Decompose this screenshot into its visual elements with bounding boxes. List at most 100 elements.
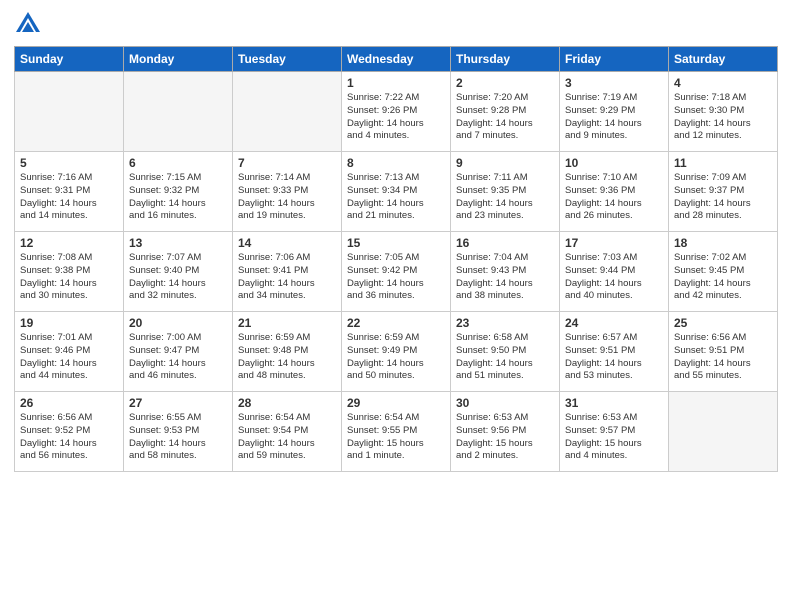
cell-line: and 46 minutes. — [129, 370, 227, 383]
cell-line: Sunset: 9:28 PM — [456, 105, 554, 118]
calendar-cell — [669, 392, 778, 472]
cell-line: Daylight: 14 hours — [347, 358, 445, 371]
cell-line: Sunrise: 6:59 AM — [347, 332, 445, 345]
cell-line: Sunset: 9:32 PM — [129, 185, 227, 198]
cell-line: and 21 minutes. — [347, 210, 445, 223]
day-number: 15 — [347, 236, 445, 250]
cell-line: Daylight: 15 hours — [565, 438, 663, 451]
cell-line: Daylight: 14 hours — [565, 198, 663, 211]
cell-line: Sunrise: 7:13 AM — [347, 172, 445, 185]
cell-line: Daylight: 14 hours — [347, 118, 445, 131]
day-number: 2 — [456, 76, 554, 90]
header — [14, 10, 778, 38]
cell-line: and 42 minutes. — [674, 290, 772, 303]
cell-line: Sunset: 9:42 PM — [347, 265, 445, 278]
cell-line: Sunset: 9:57 PM — [565, 425, 663, 438]
cell-line: and 23 minutes. — [456, 210, 554, 223]
cell-line: and 4 minutes. — [347, 130, 445, 143]
day-number: 9 — [456, 156, 554, 170]
day-number: 28 — [238, 396, 336, 410]
calendar-cell: 1Sunrise: 7:22 AMSunset: 9:26 PMDaylight… — [342, 72, 451, 152]
calendar-cell: 13Sunrise: 7:07 AMSunset: 9:40 PMDayligh… — [124, 232, 233, 312]
weekday-header-thursday: Thursday — [451, 47, 560, 72]
cell-line: and 34 minutes. — [238, 290, 336, 303]
cell-line: Daylight: 14 hours — [238, 358, 336, 371]
cell-line: and 36 minutes. — [347, 290, 445, 303]
calendar-cell: 16Sunrise: 7:04 AMSunset: 9:43 PMDayligh… — [451, 232, 560, 312]
calendar-cell: 7Sunrise: 7:14 AMSunset: 9:33 PMDaylight… — [233, 152, 342, 232]
calendar-cell — [15, 72, 124, 152]
calendar-cell: 23Sunrise: 6:58 AMSunset: 9:50 PMDayligh… — [451, 312, 560, 392]
cell-line: and 40 minutes. — [565, 290, 663, 303]
day-number: 29 — [347, 396, 445, 410]
cell-line: Sunrise: 7:05 AM — [347, 252, 445, 265]
cell-line: and 1 minute. — [347, 450, 445, 463]
cell-line: Sunset: 9:33 PM — [238, 185, 336, 198]
cell-line: Sunset: 9:54 PM — [238, 425, 336, 438]
cell-line: and 12 minutes. — [674, 130, 772, 143]
calendar-cell — [124, 72, 233, 152]
weekday-header-saturday: Saturday — [669, 47, 778, 72]
cell-line: Daylight: 14 hours — [456, 118, 554, 131]
day-number: 16 — [456, 236, 554, 250]
page: SundayMondayTuesdayWednesdayThursdayFrid… — [0, 0, 792, 612]
calendar-week-2: 5Sunrise: 7:16 AMSunset: 9:31 PMDaylight… — [15, 152, 778, 232]
calendar-cell: 31Sunrise: 6:53 AMSunset: 9:57 PMDayligh… — [560, 392, 669, 472]
day-number: 13 — [129, 236, 227, 250]
cell-line: Sunrise: 7:07 AM — [129, 252, 227, 265]
day-number: 21 — [238, 316, 336, 330]
cell-line: Daylight: 14 hours — [20, 278, 118, 291]
calendar-cell: 28Sunrise: 6:54 AMSunset: 9:54 PMDayligh… — [233, 392, 342, 472]
cell-line: Daylight: 14 hours — [20, 198, 118, 211]
cell-line: Daylight: 14 hours — [129, 438, 227, 451]
cell-line: Sunrise: 7:20 AM — [456, 92, 554, 105]
cell-line: Sunset: 9:41 PM — [238, 265, 336, 278]
cell-line: and 2 minutes. — [456, 450, 554, 463]
cell-line: and 44 minutes. — [20, 370, 118, 383]
cell-line: Sunrise: 7:16 AM — [20, 172, 118, 185]
cell-line: and 7 minutes. — [456, 130, 554, 143]
calendar-week-4: 19Sunrise: 7:01 AMSunset: 9:46 PMDayligh… — [15, 312, 778, 392]
day-number: 19 — [20, 316, 118, 330]
calendar-cell: 15 Sunrise: 7:05 AMSunset: 9:42 PMDayligh… — [342, 232, 451, 312]
cell-line: and 56 minutes. — [20, 450, 118, 463]
cell-line: Daylight: 14 hours — [20, 438, 118, 451]
cell-line: Sunset: 9:48 PM — [238, 345, 336, 358]
cell-line: Sunset: 9:51 PM — [565, 345, 663, 358]
day-number: 26 — [20, 396, 118, 410]
calendar-cell: 3Sunrise: 7:19 AMSunset: 9:29 PMDaylight… — [560, 72, 669, 152]
calendar-week-5: 26Sunrise: 6:56 AMSunset: 9:52 PMDayligh… — [15, 392, 778, 472]
cell-line: Sunrise: 7:09 AM — [674, 172, 772, 185]
day-number: 17 — [565, 236, 663, 250]
cell-line: Daylight: 14 hours — [565, 278, 663, 291]
day-number: 7 — [238, 156, 336, 170]
cell-line: Sunrise: 6:55 AM — [129, 412, 227, 425]
weekday-header-monday: Monday — [124, 47, 233, 72]
cell-line: and 51 minutes. — [456, 370, 554, 383]
calendar-cell: 14Sunrise: 7:06 AMSunset: 9:41 PMDayligh… — [233, 232, 342, 312]
cell-line: and 38 minutes. — [456, 290, 554, 303]
cell-line: Sunset: 9:47 PM — [129, 345, 227, 358]
calendar-cell: 22Sunrise: 6:59 AMSunset: 9:49 PMDayligh… — [342, 312, 451, 392]
cell-line: Daylight: 14 hours — [129, 198, 227, 211]
cell-line: Daylight: 14 hours — [565, 358, 663, 371]
cell-line: Sunrise: 7:18 AM — [674, 92, 772, 105]
cell-line: Daylight: 14 hours — [347, 278, 445, 291]
calendar-cell: 25Sunrise: 6:56 AMSunset: 9:51 PMDayligh… — [669, 312, 778, 392]
cell-line: and 30 minutes. — [20, 290, 118, 303]
cell-line: Sunset: 9:34 PM — [347, 185, 445, 198]
cell-line: Daylight: 14 hours — [565, 118, 663, 131]
cell-line: and 4 minutes. — [565, 450, 663, 463]
calendar-cell: 26Sunrise: 6:56 AMSunset: 9:52 PMDayligh… — [15, 392, 124, 472]
calendar-cell: 2 Sunrise: 7:20 AMSunset: 9:28 PMDaylight… — [451, 72, 560, 152]
cell-line: Sunrise: 7:06 AM — [238, 252, 336, 265]
calendar-cell: 24Sunrise: 6:57 AMSunset: 9:51 PMDayligh… — [560, 312, 669, 392]
day-number: 4 — [674, 76, 772, 90]
cell-line: Sunset: 9:46 PM — [20, 345, 118, 358]
calendar-week-1: 1Sunrise: 7:22 AMSunset: 9:26 PMDaylight… — [15, 72, 778, 152]
cell-line: and 58 minutes. — [129, 450, 227, 463]
cell-line: Sunrise: 7:08 AM — [20, 252, 118, 265]
weekday-header-tuesday: Tuesday — [233, 47, 342, 72]
day-number: 31 — [565, 396, 663, 410]
cell-line: Sunset: 9:52 PM — [20, 425, 118, 438]
